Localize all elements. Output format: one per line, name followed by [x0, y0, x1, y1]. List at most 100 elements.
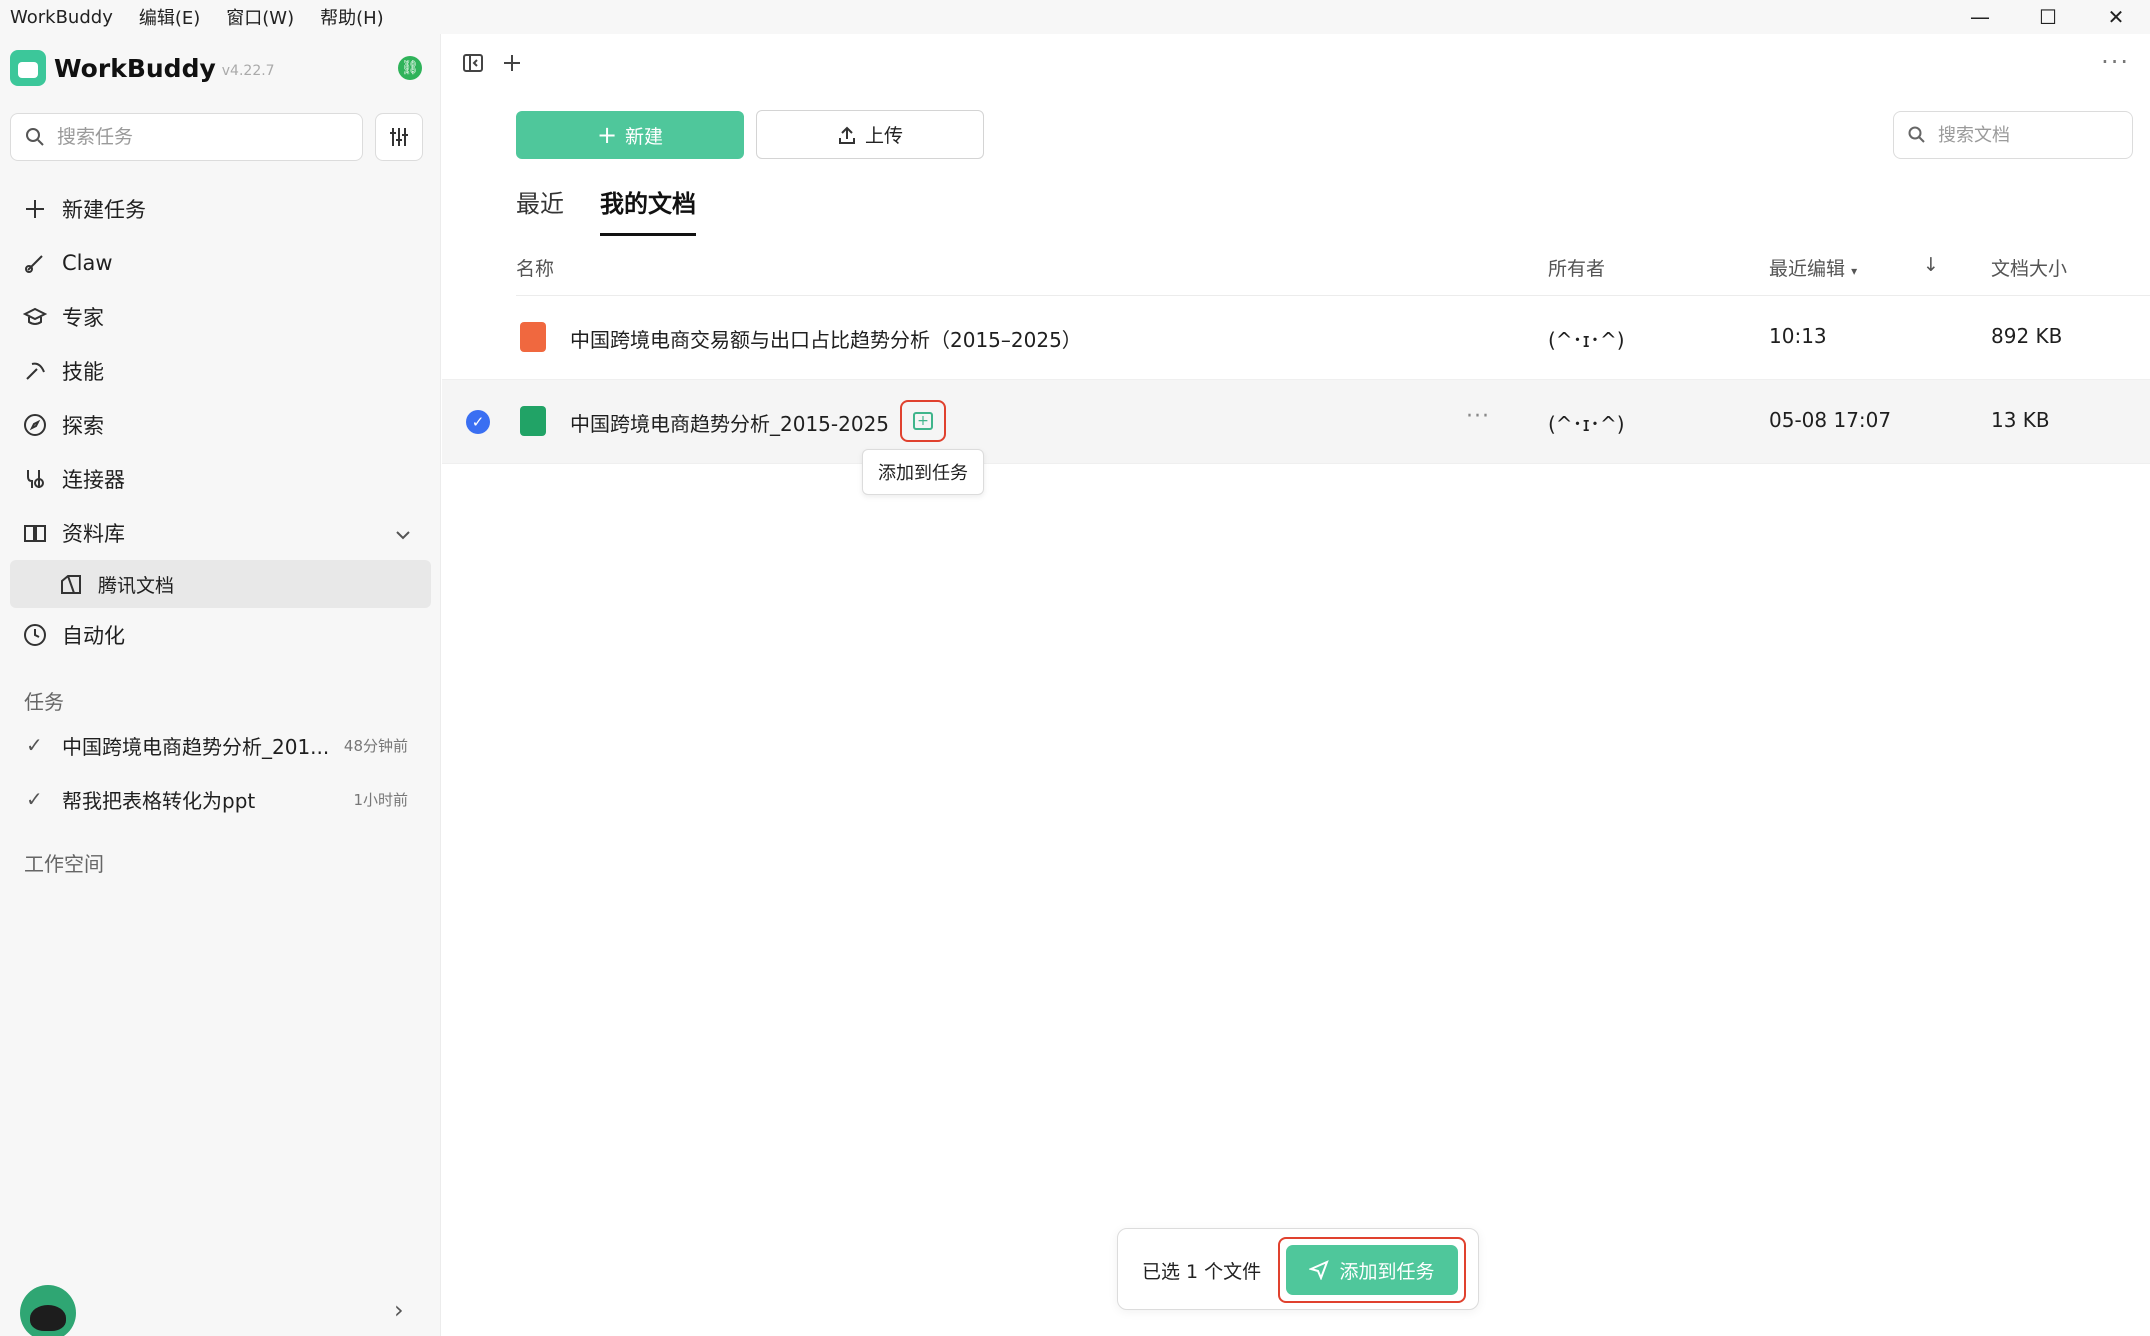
- tencent-docs-icon: [58, 571, 84, 597]
- app-name-menu: WorkBuddy: [10, 6, 113, 28]
- more-options-icon[interactable]: ···: [2101, 48, 2130, 76]
- brush-icon: [22, 250, 48, 276]
- sidebar-item-claw[interactable]: Claw: [0, 236, 441, 290]
- add-to-task-label: 添加到任务: [1339, 1260, 1435, 1283]
- check-icon: ✓: [26, 733, 43, 757]
- sliders-icon: [390, 128, 408, 146]
- add-to-task-highlight: 添加到任务: [1278, 1237, 1466, 1303]
- collapse-sidebar-icon[interactable]: [462, 52, 484, 78]
- workspace-section-label[interactable]: 工作空间: [24, 848, 104, 877]
- doc-tabs: 最近 我的文档: [516, 184, 696, 236]
- brand-name: WorkBuddy: [54, 53, 216, 83]
- add-to-task-icon-button[interactable]: +: [900, 400, 946, 442]
- file-edited: 05-08 17:07: [1769, 408, 1892, 432]
- menu-edit[interactable]: 编辑(E): [139, 4, 200, 30]
- sidebar-item-label: 技能: [62, 360, 104, 384]
- connector-icon: [22, 466, 48, 492]
- sort-arrow-down-icon[interactable]: ↓: [1923, 254, 1939, 276]
- menu-help[interactable]: 帮助(H): [320, 4, 384, 30]
- tab-recent[interactable]: 最近: [516, 184, 564, 236]
- add-chat-icon: +: [913, 412, 933, 430]
- task-item[interactable]: ✓ 帮我把表格转化为ppt 1小时前: [0, 775, 441, 823]
- book-icon: [22, 520, 48, 546]
- filter-button[interactable]: [375, 113, 423, 161]
- sidebar-item-new-task[interactable]: 新建任务: [0, 182, 441, 236]
- column-owner: 所有者: [1548, 258, 1606, 280]
- sidebar: WorkBuddy v4.22.7 ⛓ 新建任务 Claw 专家: [0, 34, 441, 1336]
- table-row[interactable]: 中国跨境电商交易额与出口占比趋势分析（2015–2025） (^･ɪ･^) 10…: [442, 296, 2150, 380]
- task-title: 帮我把表格转化为ppt: [62, 788, 256, 813]
- chevron-down-icon[interactable]: [395, 521, 411, 545]
- sidebar-item-label: 资料库: [62, 522, 125, 546]
- sidebar-item-label: 连接器: [62, 468, 125, 492]
- doc-search-box: [1893, 111, 2133, 159]
- upload-button[interactable]: 上传: [756, 110, 984, 159]
- send-icon: [1309, 1260, 1330, 1280]
- sidebar-nav: 新建任务 Claw 专家 技能 探索 连接器 资料库 腾讯文档 自动化: [0, 182, 441, 662]
- chevron-right-icon[interactable]: ›: [394, 1296, 404, 1324]
- row-checkbox-checked-icon[interactable]: ✓: [466, 410, 490, 434]
- doc-search-input[interactable]: [1938, 124, 2108, 146]
- minimize-button[interactable]: —: [1946, 5, 2014, 29]
- search-icon: [26, 128, 44, 146]
- compass-icon: [22, 412, 48, 438]
- main-panel: ··· + 新建 上传 最近 我的文档 名称 所有者 最近编辑 ▾ ↓ 文档大小…: [442, 34, 2150, 1336]
- search-icon: [1908, 126, 1925, 143]
- upload-icon: [838, 126, 855, 144]
- avatar[interactable]: [20, 1285, 76, 1336]
- sidebar-item-library[interactable]: 资料库: [0, 506, 441, 560]
- app-window: WorkBuddy 编辑(E) 窗口(W) 帮助(H) — ☐ ✕ WorkBu…: [0, 0, 2150, 1336]
- sidebar-item-connectors[interactable]: 连接器: [0, 452, 441, 506]
- tab-my-docs[interactable]: 我的文档: [600, 184, 696, 236]
- selection-bar: 已选 1 个文件 添加到任务: [1117, 1228, 1479, 1310]
- tasks-section-label: 任务: [24, 690, 64, 714]
- column-last-edit[interactable]: 最近编辑 ▾: [1769, 254, 1857, 281]
- new-tab-plus-icon[interactable]: [502, 53, 522, 77]
- graduation-cap-icon: [22, 304, 48, 330]
- task-search-box: [10, 113, 363, 161]
- slides-file-icon: [520, 322, 546, 352]
- column-size: 文档大小: [1991, 258, 2068, 280]
- upload-label: 上传: [864, 125, 903, 147]
- add-to-task-tooltip: 添加到任务: [862, 449, 984, 495]
- sidebar-item-label: 新建任务: [62, 198, 146, 222]
- plus-icon: [22, 196, 48, 222]
- row-more-icon[interactable]: ···: [1466, 404, 1490, 429]
- task-item[interactable]: ✓ 中国跨境电商趋势分析_201... 48分钟前: [0, 721, 441, 769]
- file-edited: 10:13: [1769, 324, 1827, 348]
- caret-down-icon: ▾: [1851, 264, 1858, 278]
- file-name: 中国跨境电商趋势分析_2015-2025: [570, 412, 890, 436]
- sidebar-item-tencent-docs[interactable]: 腾讯文档: [10, 560, 431, 608]
- table-row[interactable]: ✓ 中国跨境电商趋势分析_2015-2025 + ··· (^･ɪ･^) 05-…: [442, 380, 2150, 464]
- column-name: 名称: [516, 258, 555, 280]
- new-doc-label: 新建: [625, 125, 664, 148]
- add-to-task-button[interactable]: 添加到任务: [1286, 1245, 1458, 1295]
- sidebar-item-experts[interactable]: 专家: [0, 290, 441, 344]
- menu-bar: WorkBuddy 编辑(E) 窗口(W) 帮助(H) — ☐ ✕: [0, 0, 2150, 34]
- sidebar-item-automation[interactable]: 自动化: [0, 608, 441, 662]
- menu-window[interactable]: 窗口(W): [226, 4, 294, 30]
- sidebar-item-label: 专家: [62, 306, 104, 330]
- plus-icon: +: [596, 121, 618, 149]
- file-owner: (^･ɪ･^): [1548, 412, 1625, 436]
- pickaxe-icon: [22, 358, 48, 384]
- sheet-file-icon: [520, 406, 546, 436]
- file-name: 中国跨境电商交易额与出口占比趋势分析（2015–2025）: [570, 328, 1082, 352]
- check-icon: ✓: [26, 787, 43, 811]
- version-label: v4.22.7: [221, 63, 275, 79]
- file-size: 13 KB: [1991, 408, 2050, 432]
- file-owner: (^･ɪ･^): [1548, 328, 1625, 352]
- link-status-icon[interactable]: ⛓: [398, 56, 422, 80]
- sidebar-item-label: Claw: [62, 251, 113, 275]
- close-button[interactable]: ✕: [2082, 5, 2150, 29]
- brand: WorkBuddy v4.22.7: [10, 50, 275, 86]
- maximize-button[interactable]: ☐: [2014, 5, 2082, 29]
- sidebar-item-explore[interactable]: 探索: [0, 398, 441, 452]
- sidebar-item-label: 探索: [62, 414, 104, 438]
- column-last-edit-label: 最近编辑: [1769, 258, 1846, 280]
- new-doc-button[interactable]: + 新建: [516, 111, 744, 159]
- file-size: 892 KB: [1991, 324, 2063, 348]
- task-search-input[interactable]: [57, 126, 327, 148]
- sidebar-item-skills[interactable]: 技能: [0, 344, 441, 398]
- selection-count: 已选 1 个文件: [1142, 1261, 1262, 1283]
